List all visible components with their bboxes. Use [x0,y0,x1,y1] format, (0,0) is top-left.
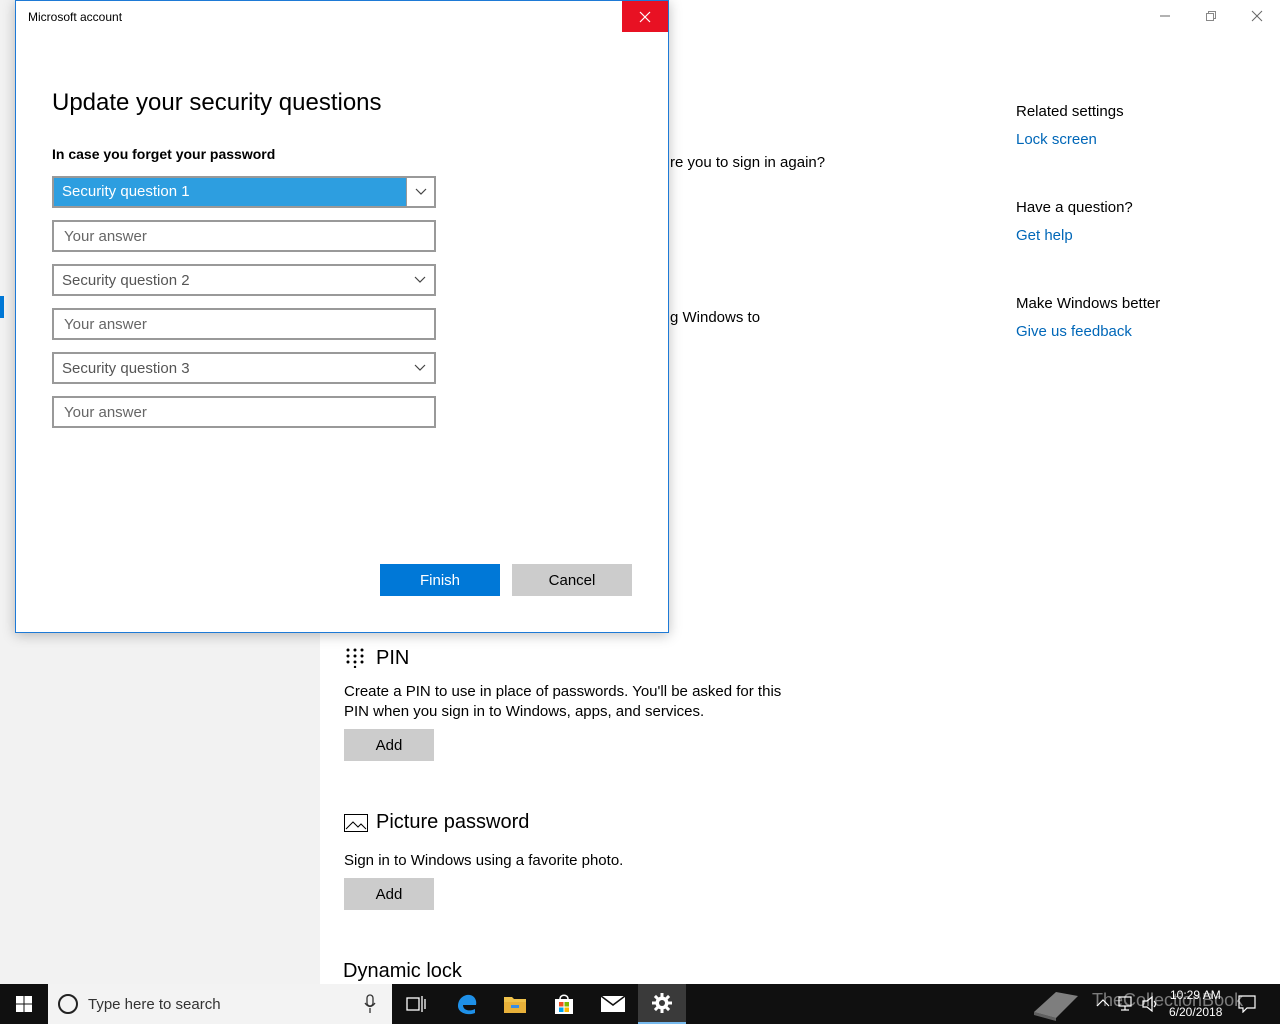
taskbar: Type here to search TheCollectionBook 10… [0,984,1280,1024]
close-icon [639,11,651,22]
give-feedback-link[interactable]: Give us feedback [1016,323,1132,340]
minimize-button[interactable] [1142,0,1188,32]
taskbar-search-box[interactable]: Type here to search [48,984,392,1024]
cancel-button[interactable]: Cancel [512,564,632,596]
pin-description: Create a PIN to use in place of password… [344,683,782,720]
security-question-3-select[interactable]: Security question 3 [52,352,436,384]
task-view-button[interactable] [392,984,440,1024]
book-logo-icon [1034,992,1078,1021]
restore-icon [1206,11,1216,21]
edge-button[interactable] [443,984,491,1024]
security-question-2-select[interactable]: Security question 2 [52,264,436,296]
dialog-window-title: Microsoft account [28,10,123,24]
finish-button[interactable]: Finish [380,564,500,596]
pin-keypad-icon [346,648,364,668]
folder-icon [504,997,526,1013]
obscured-text-fragment: re you to sign in again? [670,154,826,171]
picture-password-description: Sign in to Windows using a favorite phot… [344,852,624,869]
security-questions-dialog: Microsoft account Update your security q… [15,0,669,633]
pin-title: PIN [376,647,410,669]
search-placeholder: Type here to search [88,995,221,1013]
have-question-heading: Have a question? [1016,199,1133,216]
clock-time[interactable]: 10:29 AM [1170,988,1221,1002]
mail-button[interactable] [589,984,637,1024]
restore-button[interactable] [1188,0,1234,32]
related-settings-heading: Related settings [1016,103,1124,120]
minimize-icon [1160,15,1170,17]
task-view-icon [406,996,426,1012]
gear-icon [652,993,672,1013]
edge-browser-icon [458,994,477,1015]
close-window-button[interactable] [1234,0,1280,32]
network-icon[interactable] [1118,996,1136,1012]
sidebar-selection-indicator [0,296,4,318]
chevron-up-icon[interactable] [1096,998,1110,1008]
answer-2-input[interactable] [52,308,436,340]
make-windows-better-heading: Make Windows better [1016,295,1161,312]
mail-icon [600,995,626,1012]
security-question-1-label: Security question 1 [54,178,406,206]
dialog-heading: Update your security questions [52,89,382,116]
store-button[interactable] [540,984,588,1024]
security-question-1-select[interactable]: Security question 1 [52,176,436,208]
picture-password-add-button[interactable]: Add [344,878,434,910]
dialog-subheading: In case you forget your password [52,146,276,162]
action-center-icon[interactable] [1238,995,1256,1013]
lock-screen-link[interactable]: Lock screen [1016,131,1097,148]
cortana-circle-icon [58,994,78,1014]
dialog-close-button[interactable] [622,1,668,32]
clock-date[interactable]: 6/20/2018 [1169,1005,1222,1019]
settings-taskbar-button[interactable] [638,984,686,1024]
pin-add-button[interactable]: Add [344,729,434,761]
start-button[interactable] [0,984,48,1024]
chevron-down-icon [406,178,434,206]
microphone-icon[interactable] [364,994,376,1014]
security-question-2-label: Security question 2 [62,271,190,289]
chevron-down-icon [406,354,434,382]
obscured-text-fragment: g Windows to [670,309,761,326]
dynamic-lock-title: Dynamic lock [343,960,462,982]
close-icon [1251,10,1263,22]
answer-3-input[interactable] [52,396,436,428]
picture-icon [344,814,368,832]
security-question-3-label: Security question 3 [62,359,190,377]
store-bag-icon [555,994,573,1014]
answer-1-input[interactable] [52,220,436,252]
get-help-link[interactable]: Get help [1016,227,1073,244]
file-explorer-button[interactable] [491,984,539,1024]
volume-icon[interactable] [1142,996,1160,1012]
windows-logo-icon [16,996,32,1012]
chevron-down-icon [406,266,434,294]
picture-password-title: Picture password [376,811,530,833]
